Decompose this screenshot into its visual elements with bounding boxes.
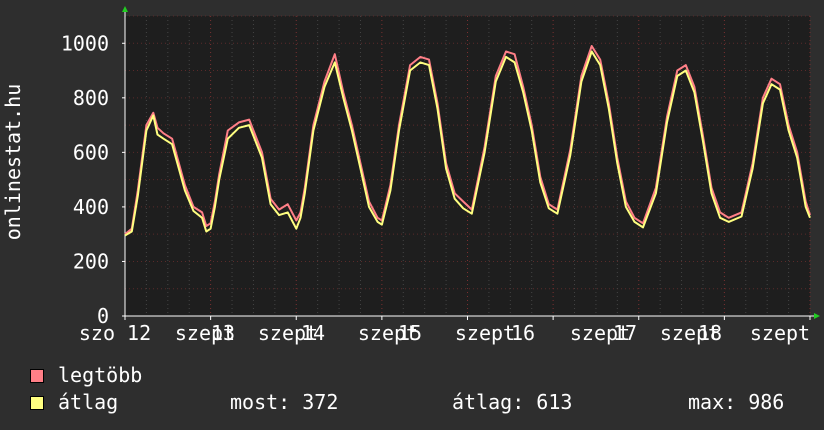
x-tick-label: 16 [511, 321, 535, 345]
y-axis-arrow [122, 6, 128, 12]
stat-average: átlag: 613 [452, 390, 573, 414]
x-tick-label: szept [750, 321, 810, 345]
atlag-swatch [30, 395, 44, 410]
legtobb-swatch [30, 368, 44, 383]
legend-item-legtobb: legtöbb [30, 362, 820, 389]
y-tick-label: 200 [73, 249, 109, 273]
x-tick-label: szept [455, 321, 515, 345]
line-chart: 02004006008001000szo 12 szept13 szept14 sze… [1, 6, 820, 345]
stat-max: max: 986 [688, 390, 785, 414]
x-tick-label: 17 [613, 321, 637, 345]
x-axis-arrow [814, 313, 820, 319]
legend: legtöbb átlag most: 372 átlag: 613 max: … [30, 362, 820, 416]
legend-label-legtobb: legtöbb [58, 363, 143, 387]
y-tick-label: 800 [73, 86, 109, 110]
x-tick-label: szo 12 [79, 321, 151, 345]
y-tick-label: 600 [73, 140, 109, 164]
y-tick-label: 400 [73, 195, 109, 219]
x-tick-label: 14 [301, 321, 325, 345]
legend-label-atlag: átlag [58, 390, 119, 414]
y-tick-label: 1000 [61, 31, 109, 55]
stat-current: most: 372 [230, 390, 339, 414]
y-axis-label: onlinestat.hu [1, 84, 25, 241]
x-tick-label: 13 [211, 321, 235, 345]
x-tick-label: 18 [698, 321, 722, 345]
x-tick-label: 15 [398, 321, 422, 345]
